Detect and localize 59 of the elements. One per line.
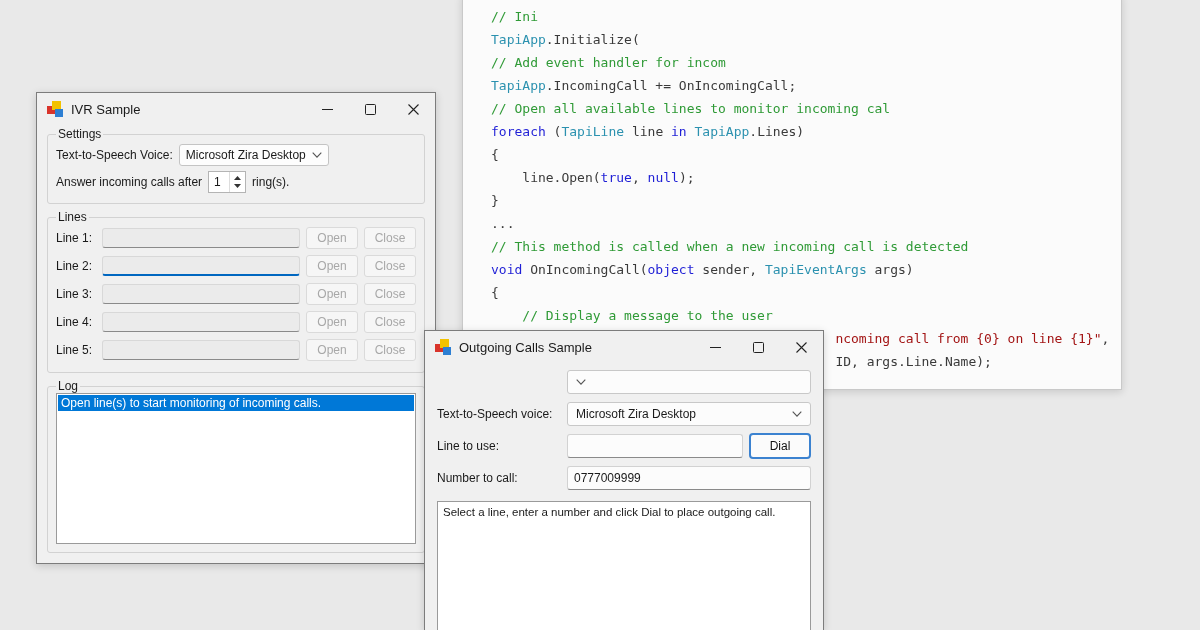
group-label: Log (57, 379, 80, 393)
log-item[interactable]: Open line(s) to start monitoring of incoming calls. (58, 395, 414, 411)
line-field[interactable] (102, 228, 300, 248)
line-field[interactable] (102, 340, 300, 360)
minimize-icon[interactable] (710, 346, 721, 348)
field-label: Answer incoming calls after (56, 174, 203, 189)
code-line: TapiApp.IncomingCall += OnIncomingCall; (491, 78, 797, 93)
code-line: // Display a message to the user (522, 308, 773, 323)
field-label: Line 4: (56, 315, 94, 329)
field-label: Text-to-Speech voice: (437, 407, 554, 421)
dial-button[interactable]: Dial (749, 433, 811, 459)
voice-dropdown[interactable]: Microsoft Zira Desktop (178, 143, 329, 166)
code-line: { (491, 285, 499, 300)
dropdown[interactable]: Microsoft Zira Desktop (567, 402, 811, 426)
code-line: TapiApp.Initialize( (491, 32, 640, 47)
chevron-icon (311, 151, 322, 158)
code-line: void OnIncomingCall(object sender, TapiEventArgs args) (491, 262, 914, 277)
code-line: // Ini (491, 9, 538, 24)
field-label: Line 2: (56, 259, 94, 273)
line-field[interactable] (102, 256, 300, 276)
code-line: } (491, 193, 499, 208)
code-line: { (491, 147, 499, 162)
spin-down-icon[interactable] (234, 183, 242, 188)
field-label: Line 1: (56, 231, 94, 245)
code-line: ncoming call from {0} on line {1}", (835, 331, 1110, 346)
close-icon[interactable] (796, 341, 807, 353)
line-field[interactable] (102, 312, 300, 332)
chevron-icon (576, 379, 586, 385)
ring-count-spinner[interactable]: 1 (208, 170, 247, 193)
field-label: ring(s). (252, 174, 290, 189)
text-field[interactable]: 0777009999 (567, 466, 811, 490)
log-list[interactable]: Open line(s) to start monitoring of incoming calls. (56, 393, 416, 544)
code-line: // Open all available lines to monitor incoming cal (491, 101, 891, 116)
group-label: Settings (57, 127, 103, 141)
maximize-icon[interactable] (753, 341, 764, 353)
text-field[interactable] (567, 434, 743, 458)
chevron-icon (792, 411, 802, 417)
code-line: line.Open(true, null); (522, 170, 695, 185)
code-line: ID, args.Line.Name); (835, 354, 992, 369)
code-line: ... (491, 216, 515, 231)
group-label: Lines (57, 210, 88, 224)
close-icon[interactable] (408, 103, 419, 115)
app-tiles-icon (435, 339, 451, 355)
window-title: IVR Sample (71, 101, 142, 117)
window-title: Outgoing Calls Sample (459, 339, 593, 355)
field-label: Line 5: (56, 343, 94, 357)
field-label: Text-to-Speech Voice: (56, 147, 173, 162)
spin-up-icon[interactable] (234, 175, 242, 180)
code-line: // This method is called when a new incoming call is detected (491, 239, 969, 254)
code-line: foreach (TapiLine line in TapiApp.Lines) (491, 124, 805, 139)
minimize-icon[interactable] (322, 108, 333, 110)
line-field[interactable] (102, 284, 300, 304)
field-label: Line to use: (437, 439, 501, 453)
log-textbox[interactable]: Select a line, enter a number and click Dial to place outgoing call. (437, 501, 811, 630)
field-label: Number to call: (437, 471, 519, 485)
code-line: // Add event handler for incom (491, 55, 726, 70)
field-label: Line 3: (56, 287, 94, 301)
app-tiles-icon (47, 101, 63, 117)
maximize-icon[interactable] (365, 103, 376, 115)
